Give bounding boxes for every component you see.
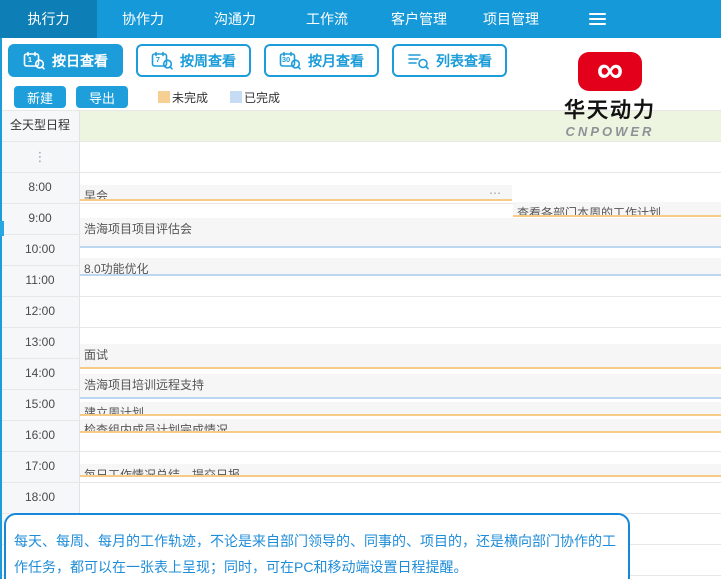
calendar-month-search-icon: 30 [279, 51, 302, 70]
gridline [0, 327, 721, 328]
toolbar: 新建 导出 未完成 已完成 [14, 86, 280, 108]
event-面试[interactable]: 面试 [80, 344, 721, 369]
event-title: 早会 [84, 189, 109, 201]
gridline [0, 172, 721, 173]
top-nav: 执行力 协作力 沟通力 工作流 客户管理 项目管理 [0, 0, 721, 38]
event-建立周计划[interactable]: 建立周计划 [80, 402, 721, 416]
time-label-12:00: 12:00 [24, 304, 56, 318]
brand-name: 华天动力 [564, 99, 656, 122]
legend-swatch [158, 91, 171, 103]
new-button[interactable]: 新建 [14, 86, 67, 108]
nav-tab-项目管理[interactable]: 项目管理 [465, 0, 557, 38]
view-switcher: 1 按日查看 7 按周查看 30 按月查看 列表查看 [8, 44, 507, 77]
legend-item-未完成: 未完成 [158, 89, 208, 106]
time-label-8:00: 8:00 [28, 180, 52, 194]
event-title: 每日工作情况总结，提交日报 [84, 468, 241, 477]
time-label-9:00: 9:00 [28, 211, 52, 225]
event-title: 8.0功能优化 [84, 262, 149, 276]
time-label-15:00: 15:00 [24, 397, 56, 411]
gridline [0, 482, 721, 483]
view-button-label: 按日查看 [52, 52, 108, 69]
view-button-按周查看[interactable]: 7 按周查看 [136, 44, 251, 77]
event-浩海项目项目评估会[interactable]: 浩海项目项目评估会 [80, 218, 721, 248]
nav-tabs: 执行力 协作力 沟通力 工作流 客户管理 项目管理 [0, 0, 557, 38]
time-label-13:00: 13:00 [24, 335, 56, 349]
event-检查组内成员计划完成情况[interactable]: 检查组内成员计划完成情况 [80, 419, 721, 433]
list-search-icon [407, 51, 430, 70]
brand-subtitle: CNPOWER [565, 124, 655, 139]
left-edge-line [0, 38, 2, 579]
event-title: 查看各部门本周的工作计划 [517, 206, 662, 217]
event-8.0功能优化[interactable]: 8.0功能优化 [80, 258, 721, 276]
time-label-11:00: 11:00 [25, 273, 55, 287]
calendar-week-search-icon: 7 [151, 51, 174, 70]
event-title: 检查组内成员计划完成情况 [84, 423, 229, 433]
schedule-app-window: 执行力 协作力 沟通力 工作流 客户管理 项目管理 1 按日查看 7 按周查看 30 按月查看 列表查… [0, 0, 721, 579]
event-title: 面试 [84, 348, 109, 362]
gridline [0, 296, 721, 297]
event-每日工作情况总结，提交日报[interactable]: 每日工作情况总结，提交日报 [80, 464, 721, 477]
gridline [0, 141, 721, 142]
event-more-icon[interactable]: ⋯ [489, 186, 502, 199]
feature-description-box: 每天、每周、每月的工作轨迹，不论是来自部门领导的、同事的、项目的，还是横向部门协… [4, 513, 630, 579]
svg-text:1: 1 [28, 55, 32, 64]
feature-description-text: 每天、每周、每月的工作轨迹，不论是来自部门领导的、同事的、项目的，还是横向部门协… [14, 533, 616, 575]
collapse-dots-icon[interactable]: ⋮ [0, 141, 80, 172]
time-label-14:00: 14:00 [24, 366, 56, 380]
status-legend: 未完成 已完成 [158, 89, 280, 106]
event-title: 浩海项目培训远程支持 [84, 378, 205, 392]
legend-label: 未完成 [172, 90, 209, 105]
event-查看各部门本周的工作计划[interactable]: 查看各部门本周的工作计划 [513, 202, 721, 217]
nav-tab-执行力[interactable]: 执行力 [0, 0, 97, 38]
legend-item-已完成: 已完成 [230, 89, 280, 106]
time-label-10:00: 10:00 [24, 242, 56, 256]
nav-tab-协作力[interactable]: 协作力 [97, 0, 189, 38]
view-button-label: 列表查看 [436, 52, 492, 69]
view-button-label: 按周查看 [180, 52, 236, 69]
allday-label: 全天型日程 [9, 118, 70, 132]
legend-label: 已完成 [244, 90, 281, 105]
time-label-18:00: 18:00 [24, 490, 56, 504]
view-button-列表查看[interactable]: 列表查看 [392, 44, 507, 77]
gridline [0, 451, 721, 452]
nav-tab-客户管理[interactable]: 客户管理 [373, 0, 465, 38]
calendar-day-search-icon: 1 [23, 51, 46, 70]
legend-swatch [230, 91, 243, 103]
event-浩海项目培训远程支持[interactable]: 浩海项目培训远程支持 [80, 374, 721, 399]
svg-text:7: 7 [156, 55, 160, 64]
svg-text:30: 30 [282, 55, 290, 64]
nav-tab-沟通力[interactable]: 沟通力 [189, 0, 281, 38]
nav-tab-工作流[interactable]: 工作流 [281, 0, 373, 38]
event-title: 浩海项目项目评估会 [84, 222, 193, 236]
view-button-按日查看[interactable]: 1 按日查看 [8, 44, 123, 77]
infinity-logo-icon: ∞ [578, 51, 642, 91]
view-button-label: 按月查看 [308, 52, 364, 69]
export-button[interactable]: 导出 [76, 86, 129, 108]
time-label-17:00: 17:00 [24, 459, 56, 473]
brand-logo: ∞ 华天动力 CNPOWER [560, 51, 660, 140]
event-title: 建立周计划 [84, 406, 145, 416]
event-早会[interactable]: 早会 ⋯ [80, 185, 512, 201]
scroll-indicator[interactable] [0, 221, 4, 236]
view-button-按月查看[interactable]: 30 按月查看 [264, 44, 379, 77]
hamburger-icon[interactable] [589, 13, 606, 25]
time-label-16:00: 16:00 [24, 428, 56, 442]
